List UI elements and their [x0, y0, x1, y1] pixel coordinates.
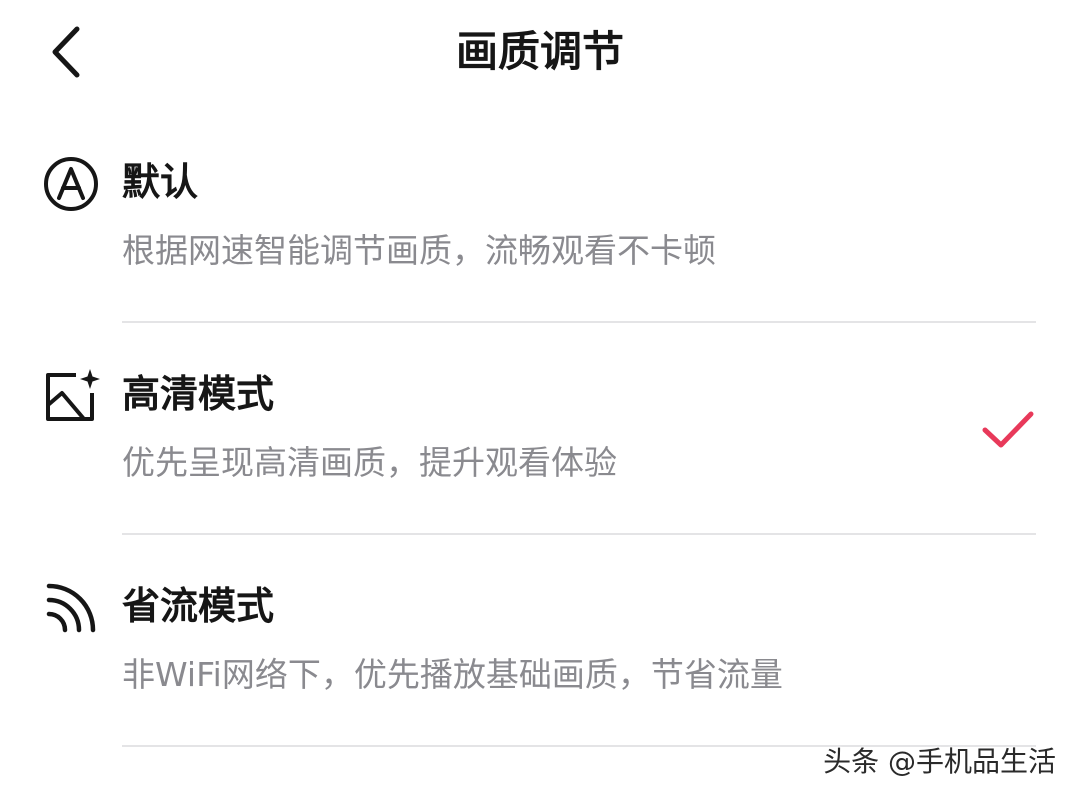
divider	[122, 533, 1036, 535]
signal-waves-icon	[42, 579, 100, 637]
option-hd-mode[interactable]: 高清模式 优先呈现高清画质，提升观看体验	[0, 357, 1080, 569]
option-description: 根据网速智能调节画质，流畅观看不卡顿	[122, 231, 716, 270]
option-title: 高清模式	[122, 372, 275, 416]
option-description: 优先呈现高清画质，提升观看体验	[122, 443, 617, 482]
watermark-text: 头条 @手机品生活	[823, 745, 1056, 778]
option-title: 省流模式	[122, 584, 275, 628]
circle-a-icon	[42, 155, 100, 213]
divider	[122, 321, 1036, 323]
option-title: 默认	[122, 160, 199, 204]
header-bar: 画质调节	[0, 0, 1080, 110]
page-title: 画质调节	[455, 27, 624, 76]
check-icon	[980, 405, 1036, 455]
image-sparkle-icon	[42, 367, 100, 425]
option-default[interactable]: 默认 根据网速智能调节画质，流畅观看不卡顿	[0, 145, 1080, 357]
option-description: 非WiFi网络下，优先播放基础画质，节省流量	[122, 655, 783, 694]
